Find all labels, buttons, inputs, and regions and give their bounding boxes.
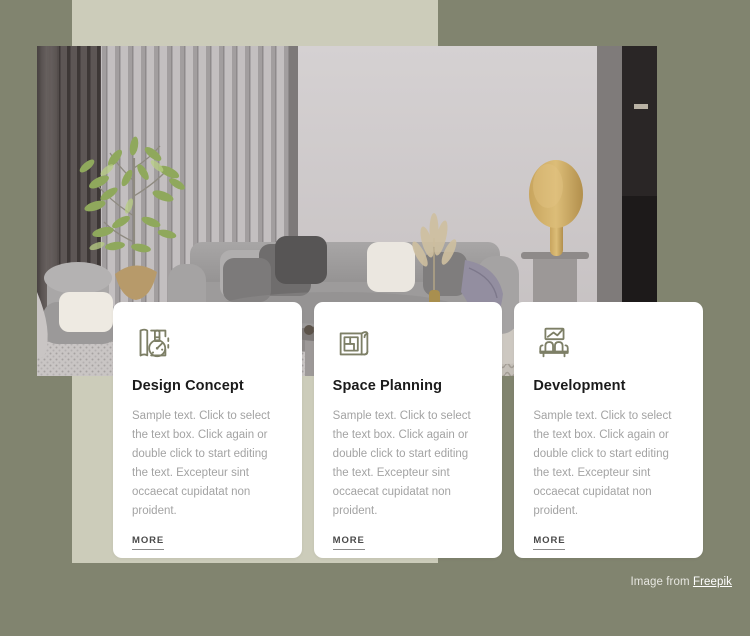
card-title: Development [533, 378, 626, 394]
attribution-prefix: Image from [630, 576, 693, 588]
card-body-text: Sample text. Click to select the text bo… [332, 410, 471, 518]
card-title: Design Concept [132, 378, 244, 394]
feature-card-space-planning[interactable]: Space Planning Sample text. Click to sel… [313, 302, 503, 558]
page-root: Design Concept Sample text. Click to sel… [0, 0, 750, 636]
sofa-icon [533, 322, 575, 364]
feature-card-development[interactable]: Development Sample text. Click to select… [514, 302, 704, 558]
more-link[interactable]: MORE [332, 535, 365, 551]
more-link[interactable]: MORE [132, 535, 165, 551]
more-link[interactable]: MORE [533, 535, 566, 551]
card-body-text: Sample text. Click to select the text bo… [132, 410, 271, 518]
card-title: Space Planning [332, 378, 443, 394]
image-attribution: Image from Freepik [631, 576, 733, 588]
design-concept-icon [132, 322, 174, 364]
card-body-text: Sample text. Click to select the text bo… [533, 410, 672, 518]
feature-card-design-concept[interactable]: Design Concept Sample text. Click to sel… [113, 302, 302, 558]
floor-plan-icon [333, 322, 375, 364]
feature-cards: Design Concept Sample text. Click to sel… [113, 302, 704, 558]
freepik-link[interactable]: Freepik [693, 576, 732, 588]
